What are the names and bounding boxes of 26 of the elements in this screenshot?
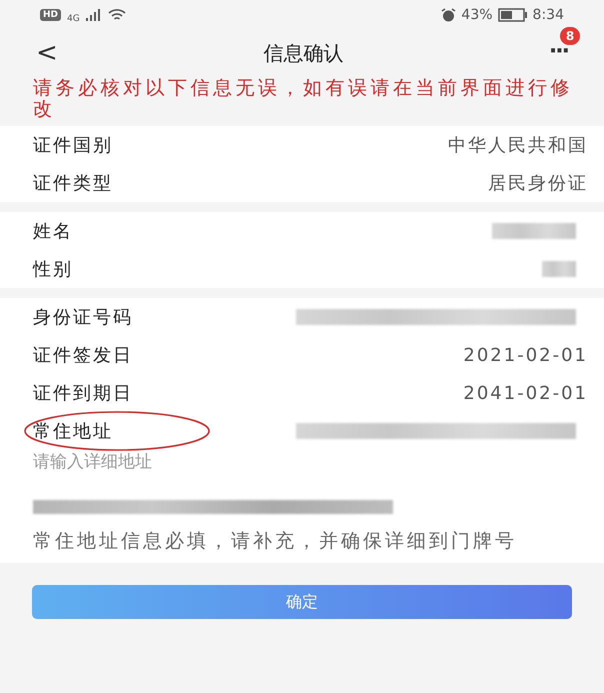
field-value: 2041-02-01 <box>463 382 588 406</box>
address-hint: 常住地址信息必填，请补充，并确保详细到门牌号 <box>33 532 518 551</box>
field-value: 居民身份证 <box>488 172 588 196</box>
clock: 8:34 <box>532 6 564 24</box>
field-label: 性别 <box>33 258 73 282</box>
notice-text: 请务必核对以下信息无误，如有误请在当前界面进行修改 <box>32 76 574 122</box>
battery-icon <box>498 8 528 22</box>
network-badge: HD <box>40 9 62 21</box>
field-label: 证件到期日 <box>33 382 133 406</box>
alarm-icon <box>441 8 456 22</box>
field-value: 2021-02-01 <box>463 344 588 368</box>
wifi-icon <box>108 8 126 22</box>
network-type: 4G <box>67 14 80 24</box>
field-value: 中华人民共和国 <box>448 134 588 158</box>
field-label: 姓名 <box>33 220 73 244</box>
field-label: 常住地址 <box>33 418 113 444</box>
blurred-value <box>542 261 576 277</box>
signal-icon <box>86 9 102 21</box>
notification-badge: 8 <box>560 27 580 45</box>
field-label: 证件类型 <box>33 172 113 196</box>
page-title: 信息确认 <box>263 40 344 67</box>
back-button[interactable]: < <box>36 40 58 66</box>
battery-percent: 43% <box>461 6 493 24</box>
field-label: 证件国别 <box>33 134 113 158</box>
field-label: 证件签发日 <box>33 344 133 368</box>
field-label: 身份证号码 <box>33 306 133 330</box>
